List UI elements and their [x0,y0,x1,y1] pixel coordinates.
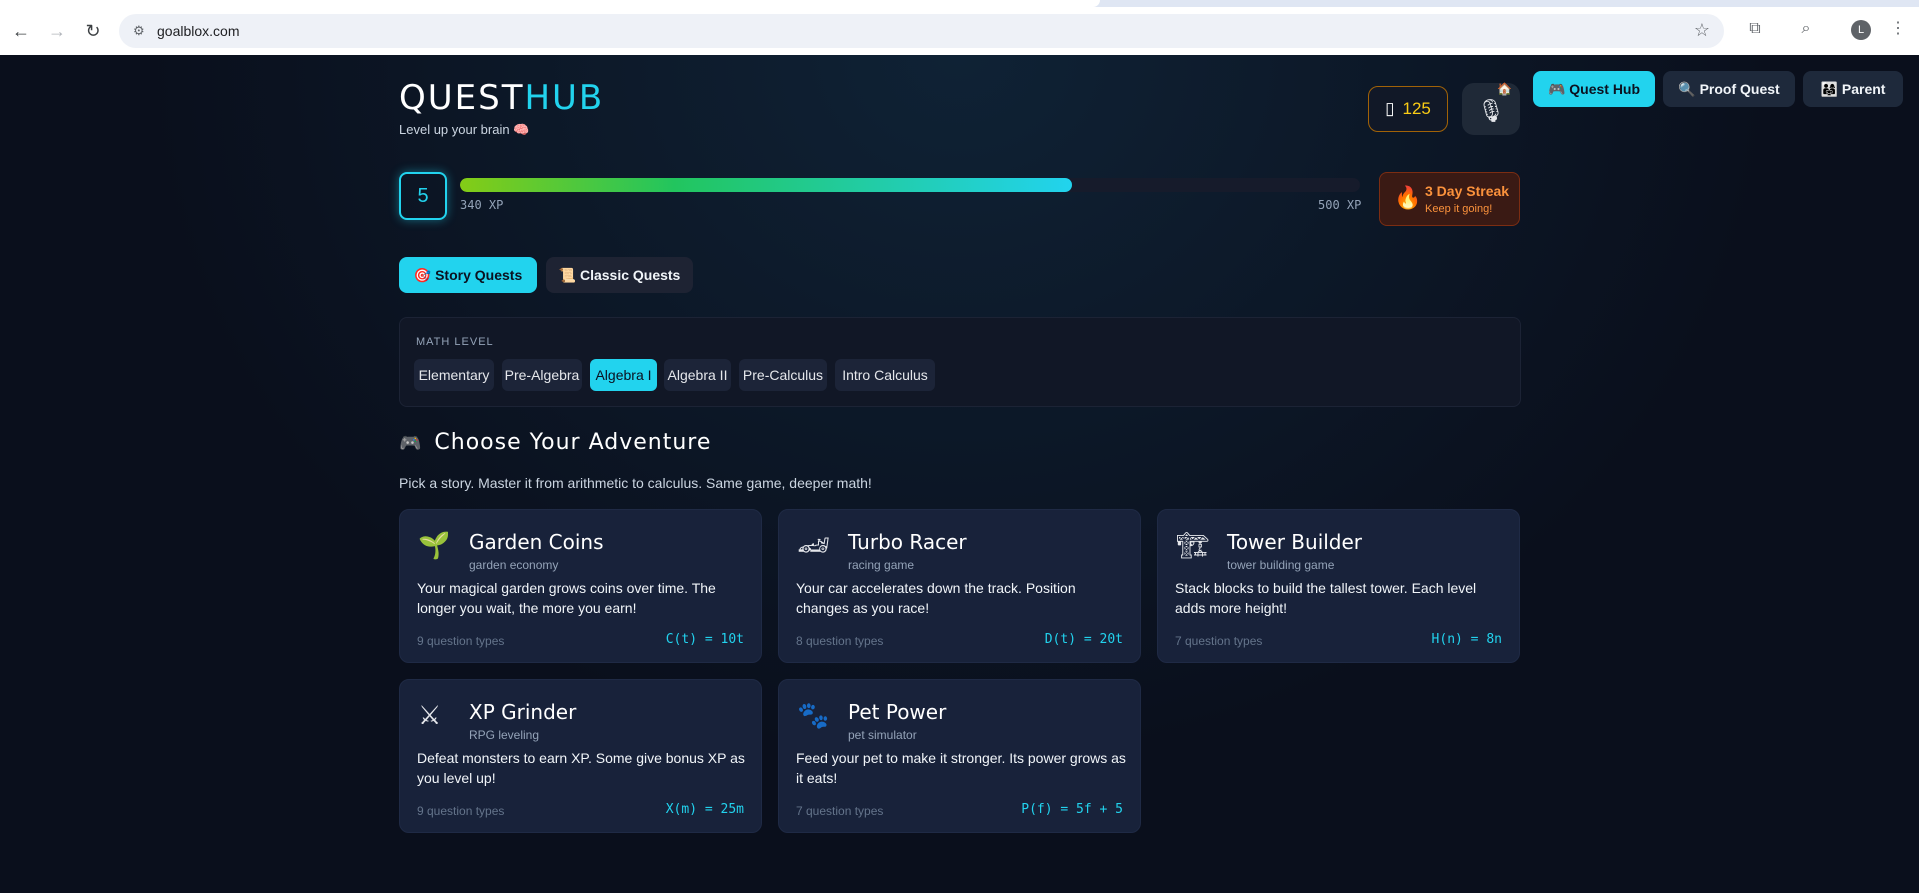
address-bar[interactable]: ⚙ goalblox.com ☆ [119,14,1724,48]
card-formula: P(f) = 5f + 5 [1021,802,1123,817]
back-icon[interactable]: ← [8,18,34,44]
card-question-count: 7 question types [796,804,884,818]
level-option-intro-calculus[interactable]: Intro Calculus [835,359,935,391]
browser-chrome: ← → ↻ ⚙ goalblox.com ☆ ⧉ ⌕ L ⋮ [0,0,1919,56]
card-title: XP Grinder [469,700,577,724]
card-formula: H(n) = 8n [1431,632,1502,647]
menu-icon[interactable]: ⋮ [1887,18,1909,40]
xp-progress-bar [460,178,1360,192]
math-level-panel: MATH LEVEL Elementary Pre-Algebra Algebr… [399,317,1521,407]
gamepad-icon: 🎮 [399,433,423,454]
tab-classic-quests[interactable]: 📜 Classic Quests [546,257,693,293]
sprout-icon: 🌱 [418,530,451,560]
streak-badge: 🔥 3 Day Streak Keep it going! [1379,172,1520,226]
adventure-heading: 🎮 Choose Your Adventure [399,430,711,455]
logo[interactable]: QUESTHUB [399,78,604,118]
card-title: Tower Builder [1227,530,1363,554]
level-option-elementary[interactable]: Elementary [414,359,494,391]
logo-hub: HUB [524,78,605,118]
tab-story-quests[interactable]: 🎯 Story Quests [399,257,537,293]
race-car-icon: 🏎 [797,530,831,560]
streak-title: 3 Day Streak [1425,183,1510,199]
xp-max: 500 XP [1318,198,1362,212]
logo-quest: QUEST [399,78,525,118]
card-type: garden economy [469,558,559,572]
coin-icon: ▯ [1385,99,1395,118]
card-type: racing game [848,558,915,572]
card-title: Turbo Racer [848,530,967,554]
level-option-pre-calculus[interactable]: Pre-Calculus [739,359,827,391]
crane-icon: 🏗 [1176,530,1210,560]
crossed-swords-icon: ⚔ [418,700,442,730]
story-card-xp-grinder[interactable]: ⚔ XP Grinder RPG leveling Defeat monster… [399,679,762,833]
card-title: Garden Coins [469,530,604,554]
card-description: Feed your pet to make it stronger. Its p… [796,750,1126,786]
level-option-algebra-1[interactable]: Algebra I [590,359,657,391]
card-type: pet simulator [848,728,917,742]
card-type: tower building game [1227,558,1335,572]
card-description: Your car accelerates down the track. Pos… [796,580,1076,616]
card-title: Pet Power [848,700,947,724]
level-badge: 5 [399,172,447,220]
math-level-label: MATH LEVEL [416,336,494,348]
card-type: RPG leveling [469,728,540,742]
coin-balance: ▯ 125 [1368,86,1448,132]
adventure-subtitle: Pick a story. Master it from arithmetic … [399,475,872,491]
card-question-count: 9 question types [417,804,505,818]
card-description: Your magical garden grows coins over tim… [417,580,716,616]
level-option-algebra-2[interactable]: Algebra II [664,359,731,391]
story-card-tower-builder[interactable]: 🏗 Tower Builder tower building game Stac… [1157,509,1520,663]
url-text[interactable]: goalblox.com [157,23,240,39]
card-description: Stack blocks to build the tallest tower.… [1175,580,1477,616]
tab-strip [0,0,1919,7]
tab-search-icon[interactable]: ⌕ [1795,18,1817,40]
reload-icon[interactable]: ↻ [80,18,106,44]
nav-parent-button[interactable]: 👨‍👩‍👧 Parent [1803,71,1903,107]
card-formula: C(t) = 10t [665,632,744,647]
streak-subtitle: Keep it going! [1425,203,1493,215]
nav-quest-hub-button[interactable]: 🎮 Quest Hub [1533,71,1655,107]
site-info-icon[interactable]: ⚙ [133,23,149,39]
paw-icon: 🐾 [797,700,830,730]
card-question-count: 8 question types [796,634,884,648]
coin-count: 125 [1402,99,1431,118]
card-question-count: 7 question types [1175,634,1263,648]
tagline: Level up your brain 🧠 [399,122,530,137]
story-card-pet-power[interactable]: 🐾 Pet Power pet simulator Feed your pet … [778,679,1141,833]
story-card-turbo-racer[interactable]: 🏎 Turbo Racer racing game Your car accel… [778,509,1141,663]
extensions-icon[interactable]: ⧉ [1744,18,1766,40]
card-formula: X(m) = 25m [665,802,744,817]
profile-avatar[interactable]: L [1851,20,1871,40]
xp-progress-fill [460,178,1072,192]
home-icon[interactable]: 🏠 [1497,82,1512,96]
story-card-garden-coins[interactable]: 🌱 Garden Coins garden economy Your magic… [399,509,762,663]
card-description: Defeat monsters to earn XP. Some give bo… [417,750,745,786]
level-option-pre-algebra[interactable]: Pre-Algebra [502,359,582,391]
xp-current: 340 XP [460,198,504,212]
adventure-title: Choose Your Adventure [434,430,712,455]
card-question-count: 9 question types [417,634,505,648]
microphone-icon: 🎙 [1477,98,1505,123]
flame-icon: 🔥 [1394,185,1422,210]
nav-proof-quest-button[interactable]: 🔍 Proof Quest [1663,71,1795,107]
forward-icon[interactable]: → [44,18,70,44]
bookmark-star-icon[interactable]: ☆ [1694,20,1710,41]
active-tab[interactable] [0,0,1100,7]
card-formula: D(t) = 20t [1044,632,1123,647]
